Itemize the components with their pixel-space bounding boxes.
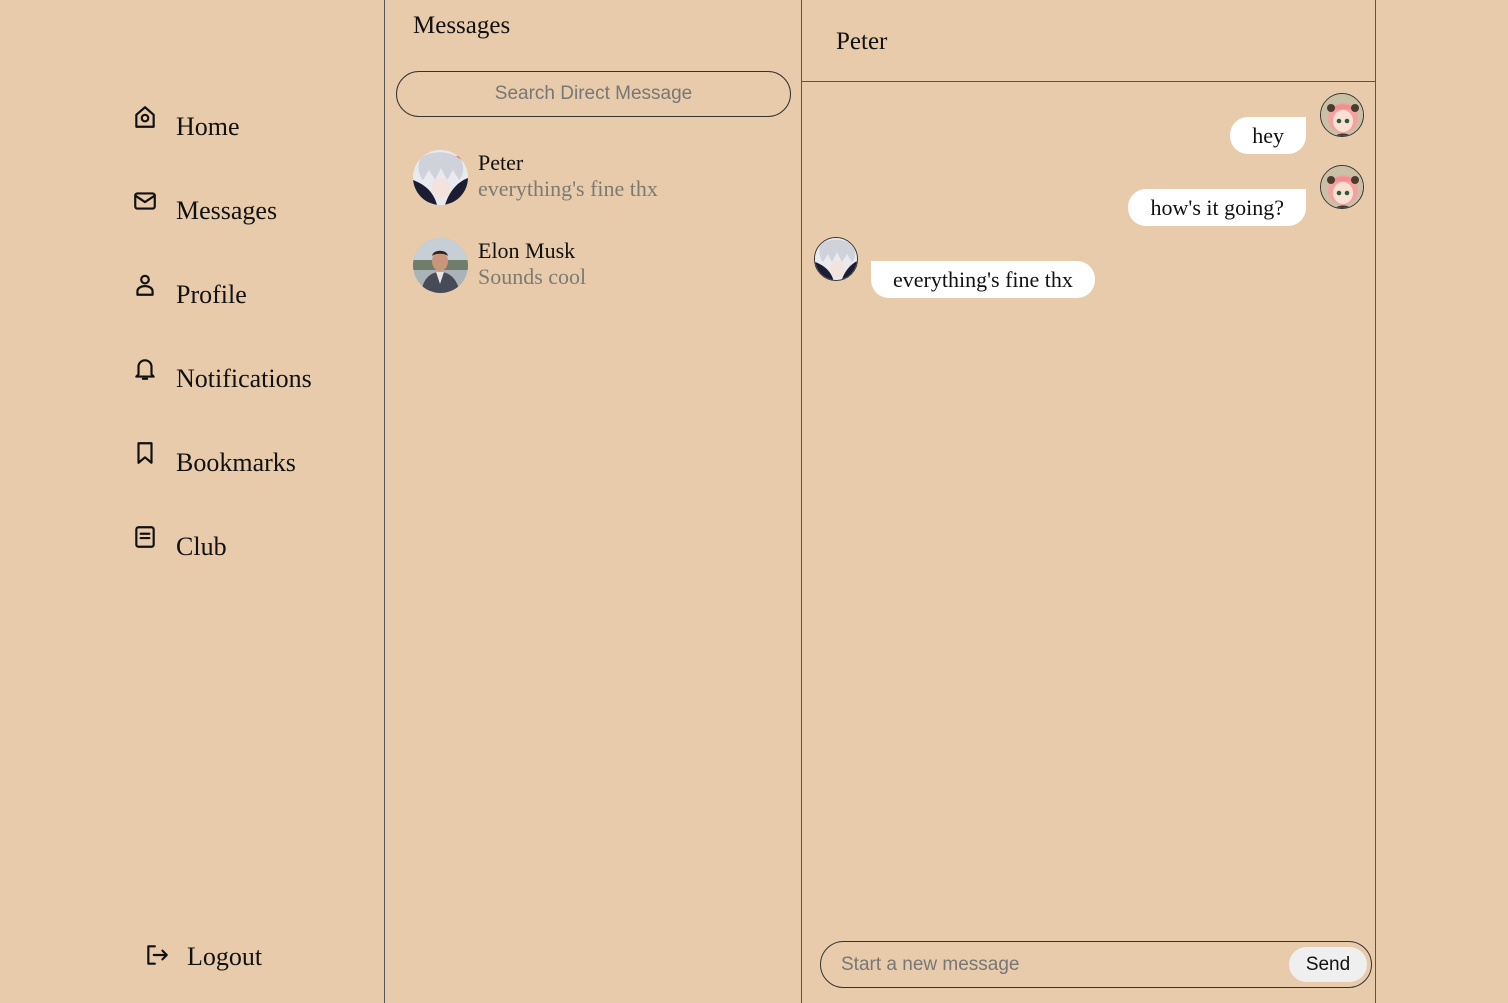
user-icon (136, 274, 154, 296)
send-button[interactable]: Send (1289, 947, 1367, 982)
message-input[interactable] (841, 950, 1271, 980)
app-root: Home Messages Profile Notifications Book… (0, 0, 1508, 1003)
nav-item-home[interactable]: Home (132, 104, 240, 140)
conversation-preview: Sounds cool (478, 264, 587, 289)
conversation-item-peter[interactable]: Peter everything's fine thx (413, 150, 783, 208)
mail-icon (134, 192, 156, 210)
nav-label-messages: Messages (176, 196, 278, 225)
nav-label-home: Home (176, 112, 240, 141)
logout-label: Logout (187, 942, 263, 971)
nav-item-bookmarks[interactable]: Bookmarks (132, 440, 296, 476)
sidebar-nav: Home Messages Profile Notifications Book… (0, 0, 385, 1003)
nav-label-club: Club (176, 532, 227, 561)
conversation-list-panel: Messages Peter everything's fine thx (385, 0, 802, 1003)
search-input[interactable] (396, 71, 791, 117)
nav-item-messages[interactable]: Messages (132, 188, 277, 224)
logout-button[interactable]: Logout (144, 940, 262, 970)
own-avatar (1320, 165, 1364, 209)
conversation-item-elon-musk[interactable]: Elon Musk Sounds cool (413, 238, 783, 296)
document-icon (135, 526, 155, 548)
conversations-title: Messages (413, 12, 511, 39)
chat-header: Peter (802, 0, 1375, 82)
message-bubble-outgoing: hey (1230, 117, 1306, 154)
contact-avatar (814, 237, 858, 281)
logout-icon (147, 945, 168, 965)
nav-label-notifications: Notifications (176, 364, 312, 393)
conversation-name: Elon Musk (478, 238, 576, 263)
bookmark-icon (137, 442, 153, 464)
message-bubble-outgoing: how's it going? (1128, 189, 1306, 226)
conversation-name: Peter (478, 150, 524, 175)
home-icon (135, 106, 155, 128)
nav-item-notifications[interactable]: Notifications (132, 356, 312, 392)
avatar (413, 238, 468, 293)
avatar (413, 150, 468, 205)
bell-icon (135, 359, 155, 380)
chat-contact-name: Peter (836, 28, 888, 55)
nav-item-club[interactable]: Club (132, 524, 227, 560)
nav-label-bookmarks: Bookmarks (176, 448, 296, 477)
chat-panel: Peter hey how's it going? everything's f… (802, 0, 1376, 1003)
message-bubble-incoming: everything's fine thx (871, 261, 1095, 298)
message-composer: Send (820, 941, 1372, 988)
nav-label-profile: Profile (176, 280, 247, 309)
own-avatar (1320, 93, 1364, 137)
conversation-preview: everything's fine thx (478, 176, 658, 201)
nav-item-profile[interactable]: Profile (132, 272, 247, 308)
